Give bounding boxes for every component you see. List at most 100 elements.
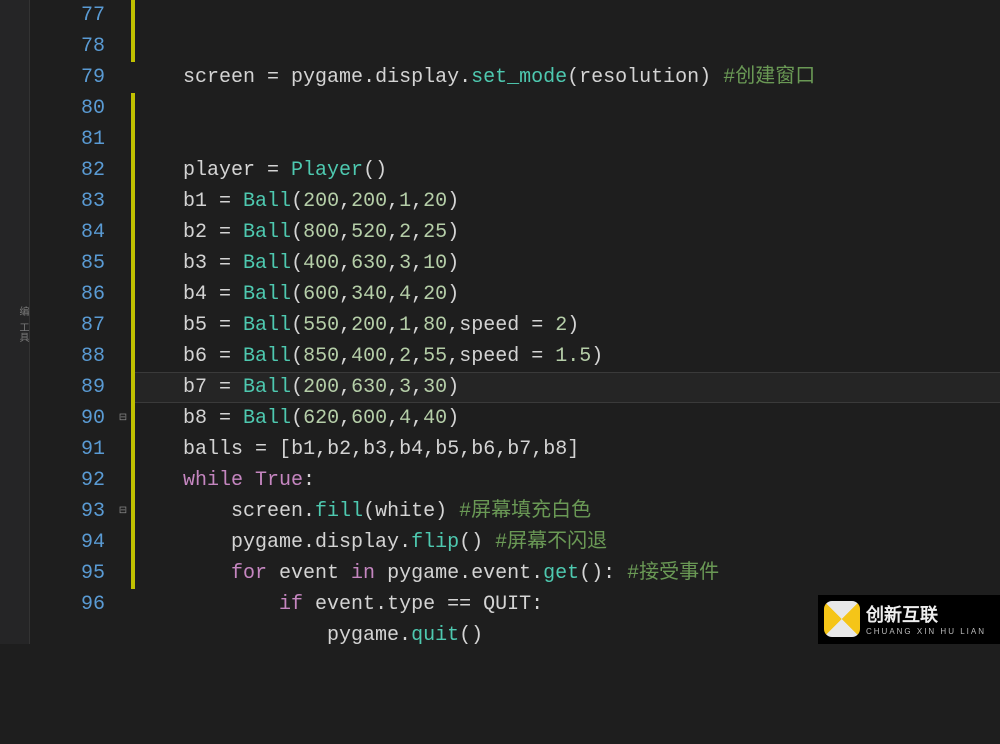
line-number[interactable]: 81 — [30, 124, 105, 155]
fold-spacer — [115, 310, 131, 341]
code-token: , — [387, 190, 399, 213]
code-token: b2 — [183, 221, 219, 244]
fold-toggle-icon[interactable]: ⊟ — [115, 496, 131, 527]
code-token — [135, 66, 183, 89]
code-line[interactable]: for event in pygame.event.get(): #接受事件 — [135, 558, 1000, 589]
line-number[interactable]: 90 — [30, 403, 105, 434]
code-token: screen — [231, 500, 303, 523]
code-token: 3 — [399, 376, 411, 399]
line-number[interactable]: 94 — [30, 527, 105, 558]
code-token: b4 — [399, 438, 423, 461]
line-number[interactable]: 95 — [30, 558, 105, 589]
line-number[interactable]: 79 — [30, 62, 105, 93]
code-token: : — [531, 593, 543, 616]
fold-toggle-icon[interactable]: ⊟ — [115, 403, 131, 434]
code-line[interactable]: while True: — [135, 465, 1000, 496]
line-number-gutter[interactable]: 7778798081828384858687888990919293949596 — [30, 0, 115, 644]
code-line[interactable]: b3 = Ball(400,630,3,10) — [135, 248, 1000, 279]
code-token: Ball — [243, 221, 291, 244]
code-token — [135, 252, 183, 275]
line-number[interactable]: 85 — [30, 248, 105, 279]
code-token — [135, 159, 183, 182]
line-number[interactable]: 87 — [30, 310, 105, 341]
code-token: #创建窗口 — [723, 66, 815, 89]
code-token: , — [339, 376, 351, 399]
code-token: resolution — [579, 66, 699, 89]
line-number[interactable]: 77 — [30, 0, 105, 31]
fold-spacer — [115, 434, 131, 465]
code-editor[interactable]: 编 工具 77787980818283848586878889909192939… — [0, 0, 1000, 644]
fold-column[interactable]: ⊟ ⊟ — [115, 0, 131, 644]
code-line[interactable] — [135, 93, 1000, 124]
code-line[interactable]: b1 = Ball(200,200,1,20) — [135, 186, 1000, 217]
code-token: = — [219, 221, 243, 244]
code-token: = — [219, 252, 243, 275]
code-token: balls — [183, 438, 255, 461]
code-token: = — [219, 407, 243, 430]
code-token: = — [219, 283, 243, 306]
code-line[interactable]: if event.type == QUIT: — [135, 589, 1000, 620]
code-token: 200 — [351, 314, 387, 337]
code-token: ] — [567, 438, 579, 461]
code-line[interactable] — [135, 651, 1000, 682]
code-token: , — [411, 345, 423, 368]
code-line[interactable] — [135, 124, 1000, 155]
line-number[interactable]: 89 — [30, 372, 105, 403]
code-token: b1 — [291, 438, 315, 461]
code-token — [135, 314, 183, 337]
fold-spacer — [115, 465, 131, 496]
line-number[interactable]: 84 — [30, 217, 105, 248]
line-number[interactable]: 88 — [30, 341, 105, 372]
code-token: 20 — [423, 283, 447, 306]
activity-bar[interactable]: 编 工具 — [0, 0, 30, 644]
code-line[interactable]: b6 = Ball(850,400,2,55,speed = 1.5) — [135, 341, 1000, 372]
code-token — [135, 562, 231, 585]
line-number[interactable]: 80 — [30, 93, 105, 124]
code-area[interactable]: screen = pygame.display.set_mode(resolut… — [135, 0, 1000, 644]
code-line[interactable]: pygame.quit() — [135, 620, 1000, 651]
code-token — [135, 407, 183, 430]
line-number[interactable]: 96 — [30, 589, 105, 620]
code-token: Ball — [243, 252, 291, 275]
code-token: 1 — [399, 190, 411, 213]
code-token: () — [363, 159, 387, 182]
code-token: , — [387, 221, 399, 244]
code-line[interactable]: b4 = Ball(600,340,4,20) — [135, 279, 1000, 310]
code-token: 3 — [399, 252, 411, 275]
code-token: , — [339, 314, 351, 337]
code-token: b6 — [471, 438, 495, 461]
code-token — [135, 190, 183, 213]
code-line[interactable]: b5 = Ball(550,200,1,80,speed = 2) — [135, 310, 1000, 341]
line-number[interactable]: 83 — [30, 186, 105, 217]
code-line[interactable]: screen = pygame.display.set_mode(resolut… — [135, 62, 1000, 93]
code-token: , — [411, 221, 423, 244]
code-token: ( — [291, 314, 303, 337]
line-number[interactable]: 82 — [30, 155, 105, 186]
code-token: event — [315, 593, 375, 616]
fold-spacer — [115, 0, 131, 31]
code-line[interactable]: b2 = Ball(800,520,2,25) — [135, 217, 1000, 248]
code-line[interactable]: b8 = Ball(620,600,4,40) — [135, 403, 1000, 434]
code-token: ) — [591, 345, 603, 368]
code-token: flip — [411, 531, 459, 554]
code-line[interactable]: balls = [b1,b2,b3,b4,b5,b6,b7,b8] — [135, 434, 1000, 465]
line-number[interactable]: 86 — [30, 279, 105, 310]
code-token: 40 — [423, 407, 447, 430]
code-token: ) — [447, 283, 459, 306]
line-number[interactable]: 92 — [30, 465, 105, 496]
line-number[interactable]: 93 — [30, 496, 105, 527]
code-token: b8 — [543, 438, 567, 461]
code-token: set_mode — [471, 66, 567, 89]
line-number[interactable]: 91 — [30, 434, 105, 465]
code-line[interactable]: b7 = Ball(200,630,3,30) — [135, 372, 1000, 403]
code-token: . — [459, 562, 471, 585]
code-line[interactable]: screen.fill(white) #屏幕填充白色 — [135, 496, 1000, 527]
code-token: display — [315, 531, 399, 554]
code-token: 400 — [303, 252, 339, 275]
code-token: fill — [315, 500, 363, 523]
code-line[interactable]: player = Player() — [135, 155, 1000, 186]
code-token: , — [411, 252, 423, 275]
code-token: b6 — [183, 345, 219, 368]
code-line[interactable]: pygame.display.flip() #屏幕不闪退 — [135, 527, 1000, 558]
line-number[interactable]: 78 — [30, 31, 105, 62]
